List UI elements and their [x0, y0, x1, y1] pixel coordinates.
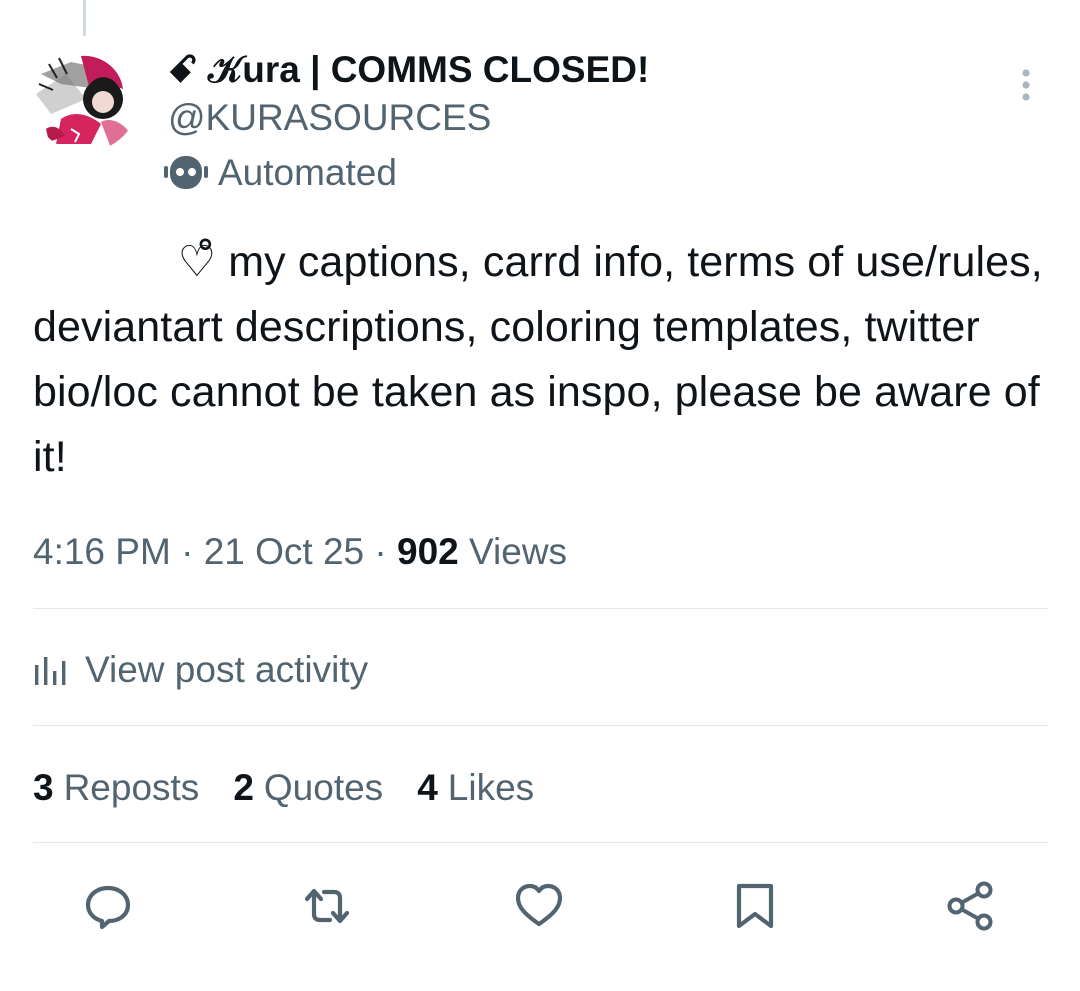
quotes-stat[interactable]: 2 Quotes — [233, 767, 383, 809]
avatar-image — [31, 44, 139, 152]
author-handle[interactable]: @KURASOURCES — [168, 96, 491, 140]
bookmark-button[interactable] — [729, 880, 781, 932]
meta-separator: · — [374, 531, 387, 572]
post-date[interactable]: 21 Oct 25 — [204, 531, 364, 572]
likes-stat[interactable]: 4 Likes — [417, 767, 534, 809]
engagement-stats: 3 Reposts 2 Quotes 4 Likes — [33, 762, 568, 814]
likes-count: 4 — [417, 767, 438, 808]
bar-chart-icon — [35, 657, 66, 685]
post-meta: 4:16 PM · 21 Oct 25 · 902 Views — [33, 528, 567, 576]
divider — [33, 725, 1048, 726]
more-vertical-icon[interactable] — [1010, 66, 1042, 106]
meta-separator: · — [181, 531, 194, 572]
avatar[interactable] — [31, 44, 139, 152]
share-button[interactable] — [944, 880, 996, 932]
author-display-name[interactable]: ꗃ 𝒦ura | COMMS CLOSED! — [168, 48, 649, 92]
reposts-label: Reposts — [63, 767, 200, 808]
automated-label: Automated — [164, 150, 397, 196]
robot-icon — [164, 156, 208, 189]
views-label: Views — [469, 531, 568, 572]
quotes-label: Quotes — [263, 767, 384, 808]
quotes-count: 2 — [233, 767, 254, 808]
reposts-count: 3 — [33, 767, 54, 808]
thread-connector-line — [83, 0, 86, 36]
heart-icon — [515, 883, 563, 927]
likes-label: Likes — [447, 767, 535, 808]
bookmark-icon — [736, 883, 774, 929]
divider — [33, 608, 1048, 609]
share-icon — [947, 881, 993, 931]
divider — [33, 842, 1048, 843]
view-post-activity-link[interactable]: View post activity — [33, 644, 368, 696]
reply-button[interactable] — [82, 880, 134, 932]
view-post-activity-label: View post activity — [85, 649, 369, 690]
reply-icon — [85, 885, 131, 930]
post-text: ♡̊ my captions, carrd info, terms of use… — [33, 238, 1055, 481]
repost-button[interactable] — [301, 880, 353, 932]
reposts-stat[interactable]: 3 Reposts — [33, 767, 199, 809]
like-button[interactable] — [513, 880, 565, 932]
post-time[interactable]: 4:16 PM — [33, 531, 171, 572]
views-count: 902 — [397, 531, 459, 572]
automated-label-text: Automated — [218, 152, 397, 193]
repost-icon — [304, 888, 350, 924]
